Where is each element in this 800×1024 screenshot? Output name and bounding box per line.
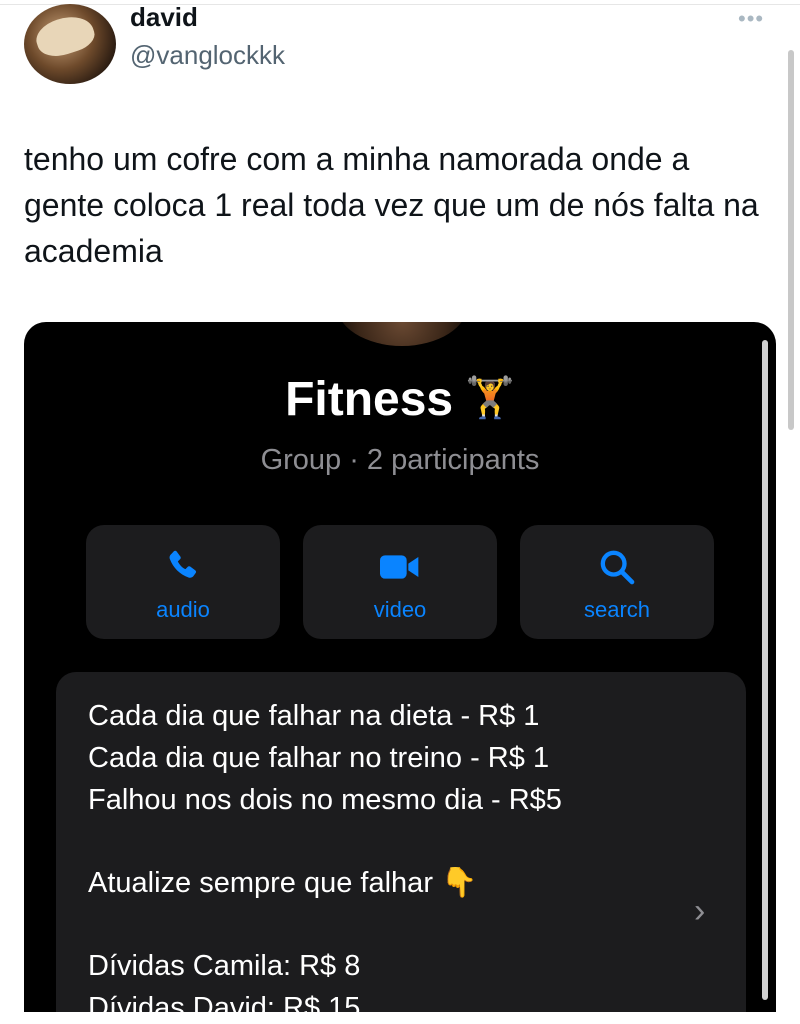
top-divider xyxy=(0,4,800,5)
group-subtitle: Group · 2 participants xyxy=(260,444,540,476)
video-label: video xyxy=(373,597,427,622)
phone-scrollbar xyxy=(762,340,768,1000)
search-label: search xyxy=(583,597,651,622)
more-dots-icon[interactable]: ••• xyxy=(738,6,764,32)
tweet-media-screenshot[interactable]: Fitness 🏋️ Group · 2 participants audio v… xyxy=(24,322,776,1012)
scrollbar[interactable] xyxy=(788,50,794,430)
description-line: Atualize sempre que falhar 👇 xyxy=(88,867,478,899)
group-photo xyxy=(336,322,468,346)
video-button[interactable]: video xyxy=(303,525,497,639)
description-line: Cada dia que falhar no treino - R$ 1 xyxy=(88,742,550,774)
weightlifter-emoji: 🏋️ xyxy=(465,376,515,420)
group-title-text: Fitness xyxy=(285,373,454,426)
search-button[interactable]: search xyxy=(520,525,714,639)
audio-label: audio xyxy=(156,597,210,622)
group-description-card[interactable]: Cada dia que falhar na dieta - R$ 1 Cada… xyxy=(56,672,746,1012)
video-camera-icon xyxy=(303,547,497,587)
user-handle[interactable]: @vanglockkk xyxy=(130,40,285,71)
description-line: Cada dia que falhar na dieta - R$ 1 xyxy=(88,700,540,732)
tweet-text: tenho um cofre com a minha namorada onde… xyxy=(24,141,759,269)
phone-icon xyxy=(86,547,280,587)
description-line: Dívidas Camila: R$ 8 xyxy=(88,950,361,982)
description-line: Dívidas David: R$ 15 xyxy=(88,992,361,1012)
audio-button[interactable]: audio xyxy=(86,525,280,639)
search-icon xyxy=(520,547,714,587)
group-title: Fitness 🏋️ xyxy=(24,372,776,427)
description-line: Falhou nos dois no mesmo dia - R$5 xyxy=(88,784,562,816)
chevron-right-icon[interactable]: › xyxy=(694,892,705,931)
display-name[interactable]: david xyxy=(130,2,198,33)
avatar-image xyxy=(31,9,99,63)
avatar[interactable] xyxy=(24,4,116,84)
